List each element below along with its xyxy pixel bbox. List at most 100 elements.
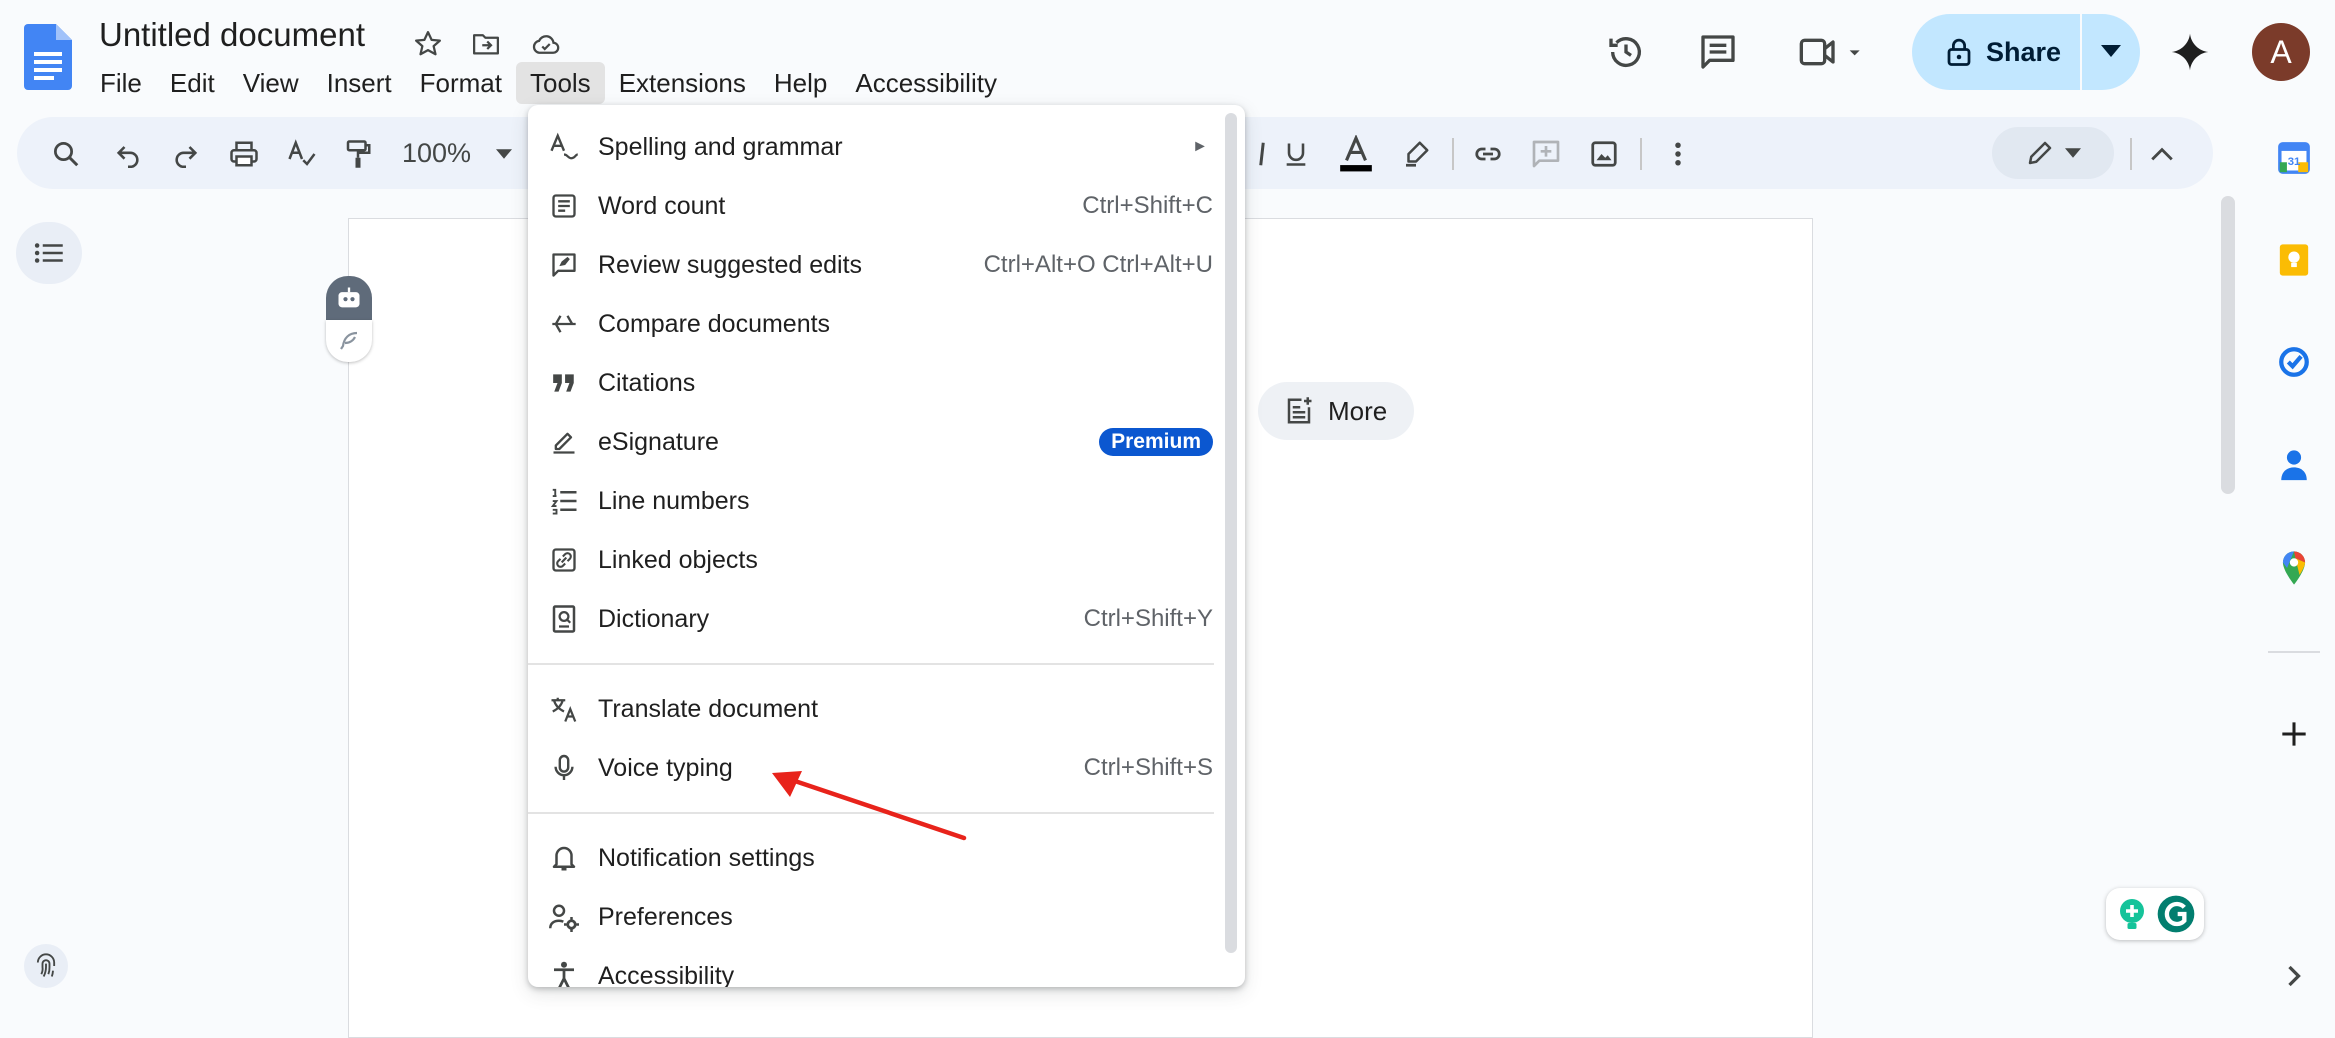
menu-insert[interactable]: Insert: [313, 62, 406, 104]
menu-item-review-suggested-edits[interactable]: Review suggested edits Ctrl+Alt+O Ctrl+A…: [528, 237, 1218, 293]
tools-menu: Spelling and grammar ► Word count Ctrl+S…: [528, 105, 1245, 987]
submenu-arrow-icon: ►: [1192, 138, 1208, 156]
version-history-icon[interactable]: [1598, 24, 1654, 80]
menu-item-label: Notification settings: [598, 844, 815, 873]
cloud-saved-icon[interactable]: [526, 24, 566, 64]
maps-icon[interactable]: [2272, 546, 2316, 590]
compare-icon: [548, 308, 580, 340]
menu-item-preferences[interactable]: Preferences: [528, 889, 1218, 945]
chevron-down-icon: [2101, 45, 2121, 59]
bot-icon[interactable]: [326, 276, 372, 320]
menu-item-label: Preferences: [598, 903, 733, 932]
menu-accessibility[interactable]: Accessibility: [841, 62, 1011, 104]
add-addon-icon[interactable]: [2272, 712, 2316, 756]
comments-icon[interactable]: [1690, 24, 1746, 80]
annotation-arrow: [760, 768, 972, 844]
print-icon[interactable]: [222, 132, 266, 176]
search-menus-icon[interactable]: [44, 132, 88, 176]
insert-image-icon[interactable]: [1582, 132, 1626, 176]
menu-item-translate-document[interactable]: Translate document: [528, 681, 1218, 737]
review-edits-icon: [548, 249, 580, 281]
more-chip-label: More: [1328, 396, 1387, 427]
linked-objects-icon: [548, 544, 580, 576]
chevron-down-icon: [2065, 148, 2081, 158]
menu-format[interactable]: Format: [406, 62, 516, 104]
star-icon[interactable]: [408, 24, 448, 64]
menu-file[interactable]: File: [86, 62, 156, 104]
avatar[interactable]: A: [2252, 23, 2310, 81]
menu-item-line-numbers[interactable]: Line numbers: [528, 473, 1218, 529]
feather-icon[interactable]: [326, 320, 372, 362]
menu-scrollbar[interactable]: [1225, 113, 1237, 953]
more-options-icon[interactable]: [1656, 132, 1700, 176]
menu-edit[interactable]: Edit: [156, 62, 229, 104]
share-main-button[interactable]: Share: [1912, 14, 2080, 90]
menu-item-label: Line numbers: [598, 487, 749, 516]
paint-format-icon[interactable]: [336, 132, 380, 176]
hide-menus-icon[interactable]: [2140, 132, 2184, 176]
tasks-icon[interactable]: [2272, 340, 2316, 384]
document-outline-button[interactable]: [16, 222, 82, 284]
menu-item-label: Voice typing: [598, 754, 733, 783]
toolbar-divider: [1452, 138, 1454, 170]
more-building-blocks-chip[interactable]: More: [1258, 382, 1414, 440]
accessibility-icon: [548, 960, 580, 987]
keep-icon[interactable]: [2272, 238, 2316, 282]
page-scrollbar[interactable]: [2221, 196, 2235, 494]
grammarly-widget[interactable]: [2106, 888, 2204, 940]
docs-logo-icon[interactable]: [24, 24, 72, 90]
menu-help[interactable]: Help: [760, 62, 841, 104]
document-title[interactable]: Untitled document: [99, 16, 365, 54]
microphone-icon: [548, 752, 580, 784]
outline-list-icon: [34, 241, 64, 265]
menu-item-citations[interactable]: Citations: [528, 355, 1218, 411]
menu-tools[interactable]: Tools: [516, 62, 605, 104]
menu-item-accessibility[interactable]: Accessibility: [528, 948, 1218, 987]
insert-link-icon[interactable]: [1466, 132, 1510, 176]
spellcheck-icon[interactable]: [280, 132, 324, 176]
document-add-icon: [1284, 396, 1314, 426]
menu-extensions[interactable]: Extensions: [605, 62, 760, 104]
lock-icon: [1946, 37, 1972, 67]
share-label: Share: [1986, 37, 2061, 68]
menu-item-esignature[interactable]: eSignature Premium: [528, 414, 1218, 470]
meet-icon[interactable]: [1788, 24, 1878, 80]
toolbar-divider: [1640, 138, 1642, 170]
quote-icon: [548, 367, 580, 399]
menu-item-spelling-and-grammar[interactable]: Spelling and grammar ►: [528, 119, 1218, 175]
zoom-select[interactable]: 100%: [402, 138, 471, 169]
contacts-icon[interactable]: [2272, 444, 2316, 488]
menu-item-shortcut: Ctrl+Shift+S: [1084, 754, 1213, 782]
editing-mode-button[interactable]: [1992, 127, 2114, 179]
move-to-folder-icon[interactable]: [466, 24, 506, 64]
menu-item-label: Accessibility: [598, 962, 734, 988]
zoom-dropdown-icon[interactable]: [482, 132, 526, 176]
add-comment-icon[interactable]: [1524, 132, 1568, 176]
menu-divider: [528, 663, 1214, 665]
share-dropdown-button[interactable]: [2082, 45, 2140, 59]
underline-icon[interactable]: [1274, 132, 1318, 176]
grammarly-icon: [2156, 894, 2196, 934]
menu-item-label: Citations: [598, 369, 695, 398]
premium-badge: Premium: [1099, 428, 1213, 456]
signature-icon: [548, 426, 580, 458]
text-color-icon[interactable]: [1334, 132, 1378, 176]
calendar-icon[interactable]: 31: [2272, 136, 2316, 180]
toolbar-divider: [2130, 138, 2132, 170]
share-button[interactable]: Share: [1912, 14, 2140, 90]
translate-icon: [548, 693, 580, 725]
gemini-icon[interactable]: [2162, 24, 2218, 80]
chevron-right-icon[interactable]: [2272, 954, 2316, 998]
menu-item-shortcut: Ctrl+Alt+O Ctrl+Alt+U: [984, 251, 1213, 279]
menu-item-label: eSignature: [598, 428, 719, 457]
redo-icon[interactable]: [164, 132, 208, 176]
highlight-color-icon[interactable]: [1394, 132, 1438, 176]
menu-item-label: Spelling and grammar: [598, 133, 843, 162]
menu-view[interactable]: View: [229, 62, 313, 104]
menu-item-compare-documents[interactable]: Compare documents: [528, 296, 1218, 352]
menu-item-dictionary[interactable]: Dictionary Ctrl+Shift+Y: [528, 591, 1218, 647]
menu-item-linked-objects[interactable]: Linked objects: [528, 532, 1218, 588]
menu-item-word-count[interactable]: Word count Ctrl+Shift+C: [528, 178, 1218, 234]
fingerprint-icon[interactable]: [24, 944, 68, 988]
undo-icon[interactable]: [106, 132, 150, 176]
